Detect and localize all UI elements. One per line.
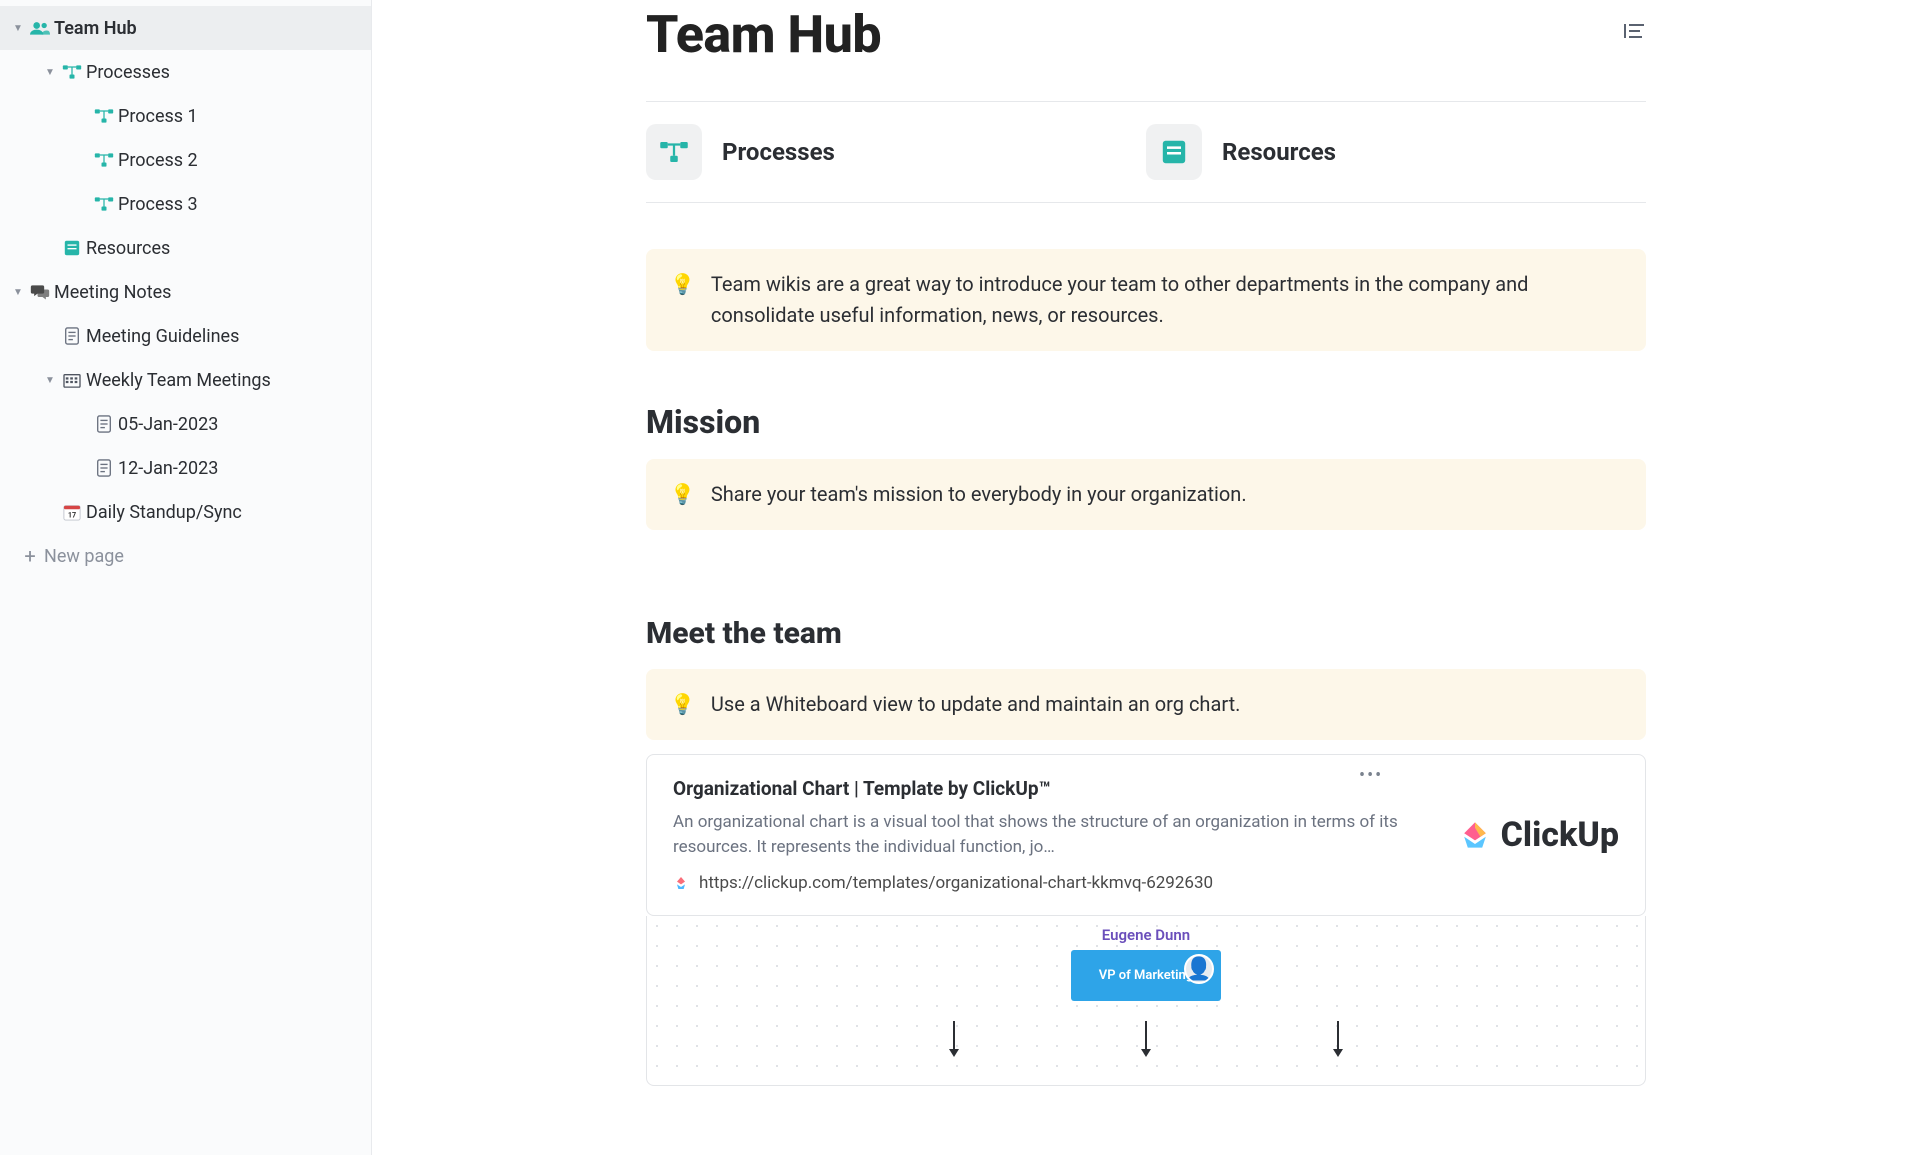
whiteboard-embed[interactable]: Eugene Dunn 👤 VP of Marketing xyxy=(646,916,1646,1086)
more-icon[interactable]: ••• xyxy=(1359,765,1383,786)
page-title: Team Hub xyxy=(646,4,881,65)
bookmark-description: An organizational chart is a visual tool… xyxy=(673,810,1437,859)
bookmark-url: https://clickup.com/templates/organizati… xyxy=(699,873,1213,893)
calendar-date-icon: 17 xyxy=(58,503,86,521)
table-of-contents-icon[interactable] xyxy=(1624,21,1646,45)
card-label: Resources xyxy=(1222,138,1336,166)
document-icon xyxy=(90,459,118,477)
sidebar-label: Processes xyxy=(86,62,170,83)
callout-text: Use a Whiteboard view to update and main… xyxy=(711,689,1241,720)
divider xyxy=(646,202,1646,203)
org-chart-name: Eugene Dunn xyxy=(1102,926,1190,944)
arrow-icon xyxy=(953,1021,955,1055)
lightbulb-icon: 💡 xyxy=(670,269,695,331)
sidebar-item-date-2[interactable]: ▼ 12-Jan-2023 xyxy=(0,446,371,490)
sidebar-label: Daily Standup/Sync xyxy=(86,502,242,523)
plus-icon: + xyxy=(16,544,44,568)
sidebar-item-process-3[interactable]: ▼ Process 3 xyxy=(0,182,371,226)
arrow-icon xyxy=(1337,1021,1339,1055)
caret-icon: ▼ xyxy=(42,375,58,386)
sidebar-label: 12-Jan-2023 xyxy=(118,458,218,479)
book-icon xyxy=(58,239,86,257)
lightbulb-icon: 💡 xyxy=(670,689,695,720)
card-resources[interactable]: Resources xyxy=(1146,124,1646,180)
sidebar-label: 05-Jan-2023 xyxy=(118,414,218,435)
chat-icon xyxy=(26,283,54,301)
heading-meet-team: Meet the team xyxy=(646,616,1646,651)
callout-mission: 💡 Share your team's mission to everybody… xyxy=(646,459,1646,530)
card-processes[interactable]: Processes xyxy=(646,124,1146,180)
sidebar-label: Resources xyxy=(86,238,170,259)
bookmark-card[interactable]: ••• Organizational Chart | Template by C… xyxy=(646,754,1646,916)
flow-icon xyxy=(646,124,702,180)
document-icon xyxy=(58,327,86,345)
caret-icon: ▼ xyxy=(10,287,26,298)
bookmark-logo: ClickUp xyxy=(1457,777,1619,893)
sidebar-label: Weekly Team Meetings xyxy=(86,370,271,391)
svg-text:17: 17 xyxy=(68,510,76,519)
callout-intro: 💡 Team wikis are a great way to introduc… xyxy=(646,249,1646,351)
sidebar-label: Team Hub xyxy=(54,18,137,39)
new-page-button[interactable]: + New page xyxy=(0,534,371,578)
sidebar-item-resources[interactable]: ▼ Resources xyxy=(0,226,371,270)
flow-icon xyxy=(58,64,86,80)
sidebar-item-process-2[interactable]: ▼ Process 2 xyxy=(0,138,371,182)
sidebar-item-team-hub[interactable]: ▼ Team Hub xyxy=(0,6,371,50)
callout-meet-team: 💡 Use a Whiteboard view to update and ma… xyxy=(646,669,1646,740)
sidebar-item-processes[interactable]: ▼ Processes xyxy=(0,50,371,94)
sidebar-item-meeting-notes[interactable]: ▼ Meeting Notes xyxy=(0,270,371,314)
people-icon xyxy=(26,20,54,36)
flow-icon xyxy=(90,152,118,168)
sidebar-item-daily-standup[interactable]: ▼ 17 Daily Standup/Sync xyxy=(0,490,371,534)
flow-icon xyxy=(90,108,118,124)
caret-icon: ▼ xyxy=(42,67,58,78)
document-icon xyxy=(90,415,118,433)
callout-text: Share your team's mission to everybody i… xyxy=(711,479,1247,510)
heading-mission: Mission xyxy=(646,403,1646,441)
sidebar-item-meeting-guidelines[interactable]: ▼ Meeting Guidelines xyxy=(0,314,371,358)
main-content: Team Hub Processes Resources 💡 xyxy=(372,0,1920,1155)
book-icon xyxy=(1146,124,1202,180)
sidebar-item-weekly-meetings[interactable]: ▼ Weekly Team Meetings xyxy=(0,358,371,402)
sidebar-label: Meeting Notes xyxy=(54,282,171,303)
arrow-icon xyxy=(1145,1021,1147,1055)
new-page-label: New page xyxy=(44,546,124,567)
sidebar-label: Process 2 xyxy=(118,150,198,171)
org-chart-arrows xyxy=(953,1021,1339,1055)
callout-text: Team wikis are a great way to introduce … xyxy=(711,269,1622,331)
sidebar-label: Meeting Guidelines xyxy=(86,326,239,347)
caret-icon: ▼ xyxy=(10,23,26,34)
brand-name: ClickUp xyxy=(1501,815,1619,855)
calendar-grid-icon xyxy=(58,372,86,388)
sidebar: ▼ Team Hub ▼ Processes ▼ Process 1 ▼ Pro… xyxy=(0,0,372,1155)
sidebar-item-process-1[interactable]: ▼ Process 1 xyxy=(0,94,371,138)
lightbulb-icon: 💡 xyxy=(670,479,695,510)
flow-icon xyxy=(90,196,118,212)
sidebar-label: Process 1 xyxy=(118,106,198,127)
bookmark-title: Organizational Chart | Template by Click… xyxy=(673,777,1437,800)
sidebar-label: Process 3 xyxy=(118,194,198,215)
card-label: Processes xyxy=(722,138,835,166)
favicon-icon xyxy=(673,875,689,891)
sidebar-item-date-1[interactable]: ▼ 05-Jan-2023 xyxy=(0,402,371,446)
